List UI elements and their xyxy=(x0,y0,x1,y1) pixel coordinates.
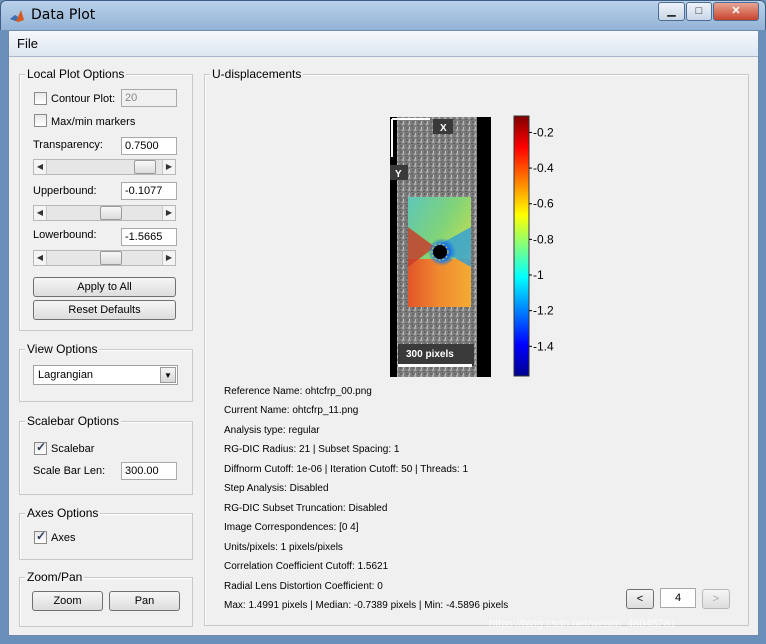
colorbar-tick-label: -0.2 xyxy=(533,125,554,139)
lowerbound-slider[interactable]: ◀ ▶ xyxy=(33,250,176,266)
displacement-image[interactable]: X Y 300 pixels xyxy=(390,117,491,377)
zoom-button[interactable]: Zoom xyxy=(32,591,103,611)
info-diffnorm: Diffnorm Cutoff: 1e-06 | Iteration Cutof… xyxy=(224,464,469,475)
axes-checkbox[interactable]: ✓ xyxy=(34,529,47,544)
info-stats: Max: 1.4991 pixels | Median: -0.7389 pix… xyxy=(224,600,509,611)
reset-defaults-button[interactable]: Reset Defaults xyxy=(33,300,176,320)
slider-right-arrow-icon[interactable]: ▶ xyxy=(162,160,175,174)
colorbar-tick-label: -0.6 xyxy=(533,197,554,211)
panel-title: Local Plot Options xyxy=(25,67,127,81)
view-mode-select[interactable]: Lagrangian ▼ xyxy=(33,365,178,385)
next-frame-button[interactable]: > xyxy=(702,589,730,609)
checkmark-icon: ✓ xyxy=(36,440,47,454)
colorbar-tick-label: -1 xyxy=(533,268,544,282)
colorbar-tick-label: -1.2 xyxy=(533,304,554,318)
transparency-label: Transparency: xyxy=(33,139,103,151)
contour-plot-checkbox[interactable] xyxy=(34,92,47,105)
axes-label: Axes xyxy=(51,532,76,544)
menu-bar: File xyxy=(9,31,758,57)
panel-title: Axes Options xyxy=(25,506,101,520)
panel-title: Zoom/Pan xyxy=(25,570,85,584)
close-icon: ✕ xyxy=(731,5,741,17)
colorbar: -0.2 -0.4 -0.6 -0.8 -1 -1.2 -1.4 xyxy=(513,115,554,377)
colorbar-tick-label: -0.8 xyxy=(533,232,554,246)
upperbound-input[interactable] xyxy=(121,182,177,200)
info-analysis-type: Analysis type: regular xyxy=(224,425,320,436)
contour-levels-input[interactable] xyxy=(121,89,177,107)
info-correlation-cutoff: Correlation Coefficient Cutoff: 1.5621 xyxy=(224,561,389,572)
pan-button[interactable]: Pan xyxy=(109,591,180,611)
slider-right-arrow-icon[interactable]: ▶ xyxy=(162,251,175,265)
colorbar-tick-label: -1.4 xyxy=(533,339,554,353)
matlab-logo-icon xyxy=(10,10,24,22)
transparency-input[interactable] xyxy=(121,137,177,155)
title-bar: Data Plot ▁ □ ✕ xyxy=(0,0,766,30)
scalebar-checkbox[interactable]: ✓ xyxy=(34,440,47,455)
panel-title: View Options xyxy=(25,342,100,356)
panel-title: Scalebar Options xyxy=(25,414,122,428)
axis-x-label: X xyxy=(440,123,447,134)
scalebar-options-panel: Scalebar Options ✓ Scalebar Scale Bar Le… xyxy=(19,414,193,495)
info-step-analysis: Step Analysis: Disabled xyxy=(224,483,329,494)
axis-y-label: Y xyxy=(395,169,402,180)
contour-plot-label: Contour Plot: xyxy=(51,93,116,105)
view-mode-value: Lagrangian xyxy=(38,369,94,381)
maxmin-markers-label: Max/min markers xyxy=(51,116,136,128)
view-options-panel: View Options Lagrangian ▼ xyxy=(19,342,193,402)
menu-file[interactable]: File xyxy=(17,36,38,51)
maxmin-markers-checkbox[interactable] xyxy=(34,114,47,127)
transparency-slider[interactable]: ◀ ▶ xyxy=(33,159,176,175)
scalebar-label: Scalebar xyxy=(51,443,95,455)
colorbar-tick-label: -0.4 xyxy=(533,161,554,175)
upperbound-slider[interactable]: ◀ ▶ xyxy=(33,205,176,221)
scale-bar-len-input[interactable] xyxy=(121,462,177,480)
lowerbound-input[interactable] xyxy=(121,228,177,246)
apply-to-all-button[interactable]: Apply to All xyxy=(33,277,176,297)
zoom-pan-panel: Zoom/Pan Zoom Pan xyxy=(19,570,193,627)
slider-right-arrow-icon[interactable]: ▶ xyxy=(162,206,175,220)
info-radial-distortion: Radial Lens Distortion Coefficient: 0 xyxy=(224,581,383,592)
slider-thumb[interactable] xyxy=(100,206,122,220)
scalebar-text: 300 pixels xyxy=(406,349,454,360)
close-button[interactable]: ✕ xyxy=(713,2,759,21)
prev-frame-button[interactable]: < xyxy=(626,589,654,609)
minimize-icon: ▁ xyxy=(667,5,676,17)
scale-bar-len-label: Scale Bar Len: xyxy=(33,465,106,477)
chevron-down-icon[interactable]: ▼ xyxy=(160,367,176,383)
info-reference-name: Reference Name: ohtcfrp_00.png xyxy=(224,386,372,397)
checkmark-icon: ✓ xyxy=(36,529,47,543)
slider-left-arrow-icon[interactable]: ◀ xyxy=(34,251,47,265)
upperbound-label: Upperbound: xyxy=(33,185,97,197)
slider-left-arrow-icon[interactable]: ◀ xyxy=(34,160,47,174)
slider-thumb[interactable] xyxy=(100,251,122,265)
lowerbound-label: Lowerbound: xyxy=(33,229,97,241)
slider-left-arrow-icon[interactable]: ◀ xyxy=(34,206,47,220)
maximize-icon: □ xyxy=(695,5,703,17)
info-image-correspondences: Image Correspondences: [0 4] xyxy=(224,522,359,533)
minimize-button[interactable]: ▁ xyxy=(658,2,685,21)
frame-number-input[interactable] xyxy=(660,588,696,608)
info-units-pixels: Units/pixels: 1 pixels/pixels xyxy=(224,542,343,553)
watermark-text: https://blog.csdn.net/weixin_46045281 xyxy=(489,618,677,630)
local-plot-options-panel: Local Plot Options Contour Plot: Max/min… xyxy=(19,67,193,331)
axes-options-panel: Axes Options ✓ Axes xyxy=(19,506,193,560)
info-subset-truncation: RG-DIC Subset Truncation: Disabled xyxy=(224,503,388,514)
window-title: Data Plot xyxy=(31,7,96,23)
maximize-button[interactable]: □ xyxy=(686,2,712,21)
client-area: File Local Plot Options Contour Plot: Ma… xyxy=(8,30,759,636)
info-rgdic-radius: RG-DIC Radius: 21 | Subset Spacing: 1 xyxy=(224,444,400,455)
panel-title: U-displacements xyxy=(210,67,304,81)
slider-thumb[interactable] xyxy=(134,160,156,174)
info-current-name: Current Name: ohtcfrp_11.png xyxy=(224,405,359,416)
